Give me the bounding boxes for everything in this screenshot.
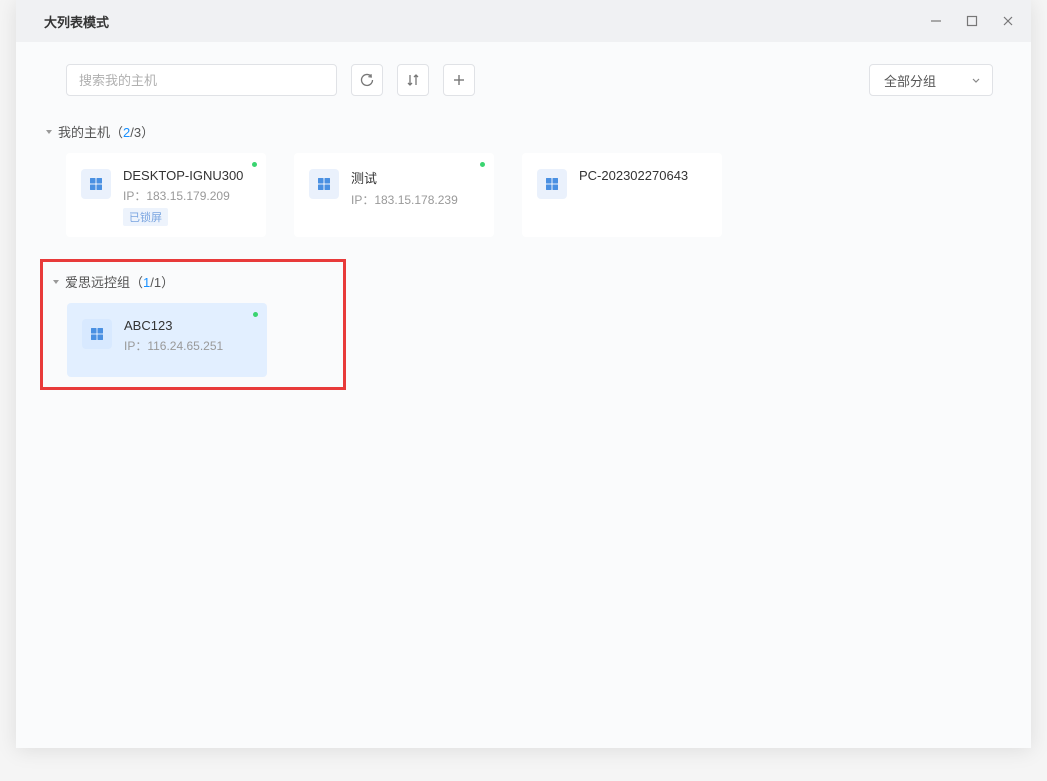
host-card[interactable]: DESKTOP-IGNU300 IP：183.15.179.209 已锁屏: [66, 153, 266, 237]
titlebar: 大列表模式: [16, 0, 1031, 42]
app-window: 大列表模式 全部分组 我的主机: [16, 0, 1031, 748]
group-header[interactable]: 我的主机 （2/3）: [44, 114, 1013, 153]
minimize-button[interactable]: [927, 12, 945, 30]
group-name: 爱思远控组: [65, 272, 130, 291]
online-status-dot: [252, 162, 257, 167]
window-controls: [927, 12, 1017, 30]
host-status-badge: 已锁屏: [123, 208, 168, 226]
sort-button[interactable]: [397, 64, 429, 96]
windows-icon: [309, 169, 339, 199]
online-status-dot: [480, 162, 485, 167]
host-name: 测试: [351, 168, 479, 187]
group-name: 我的主机: [58, 122, 110, 141]
refresh-button[interactable]: [351, 64, 383, 96]
windows-icon: [81, 169, 111, 199]
group-online-count: 1: [143, 275, 150, 290]
windows-icon: [537, 169, 567, 199]
toolbar: 全部分组: [16, 42, 1031, 114]
group-count: （1/1）: [130, 272, 174, 291]
collapse-arrow-icon: [51, 277, 61, 287]
group-count: （2/3）: [110, 122, 154, 141]
refresh-icon: [359, 72, 375, 88]
plus-icon: [451, 72, 467, 88]
host-name: PC-202302270643: [579, 168, 707, 183]
host-info: 测试 IP：183.15.178.239: [351, 168, 479, 226]
close-icon: [1001, 14, 1015, 28]
host-ip: IP：116.24.65.251: [124, 337, 252, 354]
close-button[interactable]: [999, 12, 1017, 30]
content-area: 我的主机 （2/3） DESKTOP-IGNU300 IP：183.15.179.…: [16, 114, 1031, 748]
host-card[interactable]: PC-202302270643: [522, 153, 722, 237]
windows-icon: [82, 319, 112, 349]
host-name: ABC123: [124, 318, 252, 333]
host-name: DESKTOP-IGNU300: [123, 168, 251, 183]
host-grid: ABC123 IP：116.24.65.251: [47, 303, 333, 377]
host-grid: DESKTOP-IGNU300 IP：183.15.179.209 已锁屏 测试 IP…: [44, 153, 1013, 237]
group-filter-label: 全部分组: [884, 71, 936, 90]
minimize-icon: [929, 14, 943, 28]
window-title: 大列表模式: [44, 12, 927, 31]
host-info: DESKTOP-IGNU300 IP：183.15.179.209 已锁屏: [123, 168, 251, 226]
group-section: 我的主机 （2/3） DESKTOP-IGNU300 IP：183.15.179.…: [44, 114, 1013, 237]
host-card[interactable]: ABC123 IP：116.24.65.251: [67, 303, 267, 377]
host-ip: IP：183.15.178.239: [351, 191, 479, 208]
group-header[interactable]: 爱思远控组 （1/1）: [47, 268, 333, 297]
group-filter-dropdown[interactable]: 全部分组: [869, 64, 993, 96]
host-info: ABC123 IP：116.24.65.251: [124, 318, 252, 366]
online-status-dot: [253, 312, 258, 317]
search-input[interactable]: [66, 64, 337, 96]
group-section: 爱思远控组 （1/1） ABC123 IP：116.24.65.251: [40, 259, 346, 390]
host-info: PC-202302270643: [579, 168, 707, 226]
maximize-icon: [965, 14, 979, 28]
sort-icon: [405, 72, 421, 88]
group-online-count: 2: [123, 125, 130, 140]
collapse-arrow-icon: [44, 127, 54, 137]
host-card[interactable]: 测试 IP：183.15.178.239: [294, 153, 494, 237]
chevron-down-icon: [970, 74, 982, 86]
maximize-button[interactable]: [963, 12, 981, 30]
add-button[interactable]: [443, 64, 475, 96]
host-ip: IP：183.15.179.209: [123, 187, 251, 204]
